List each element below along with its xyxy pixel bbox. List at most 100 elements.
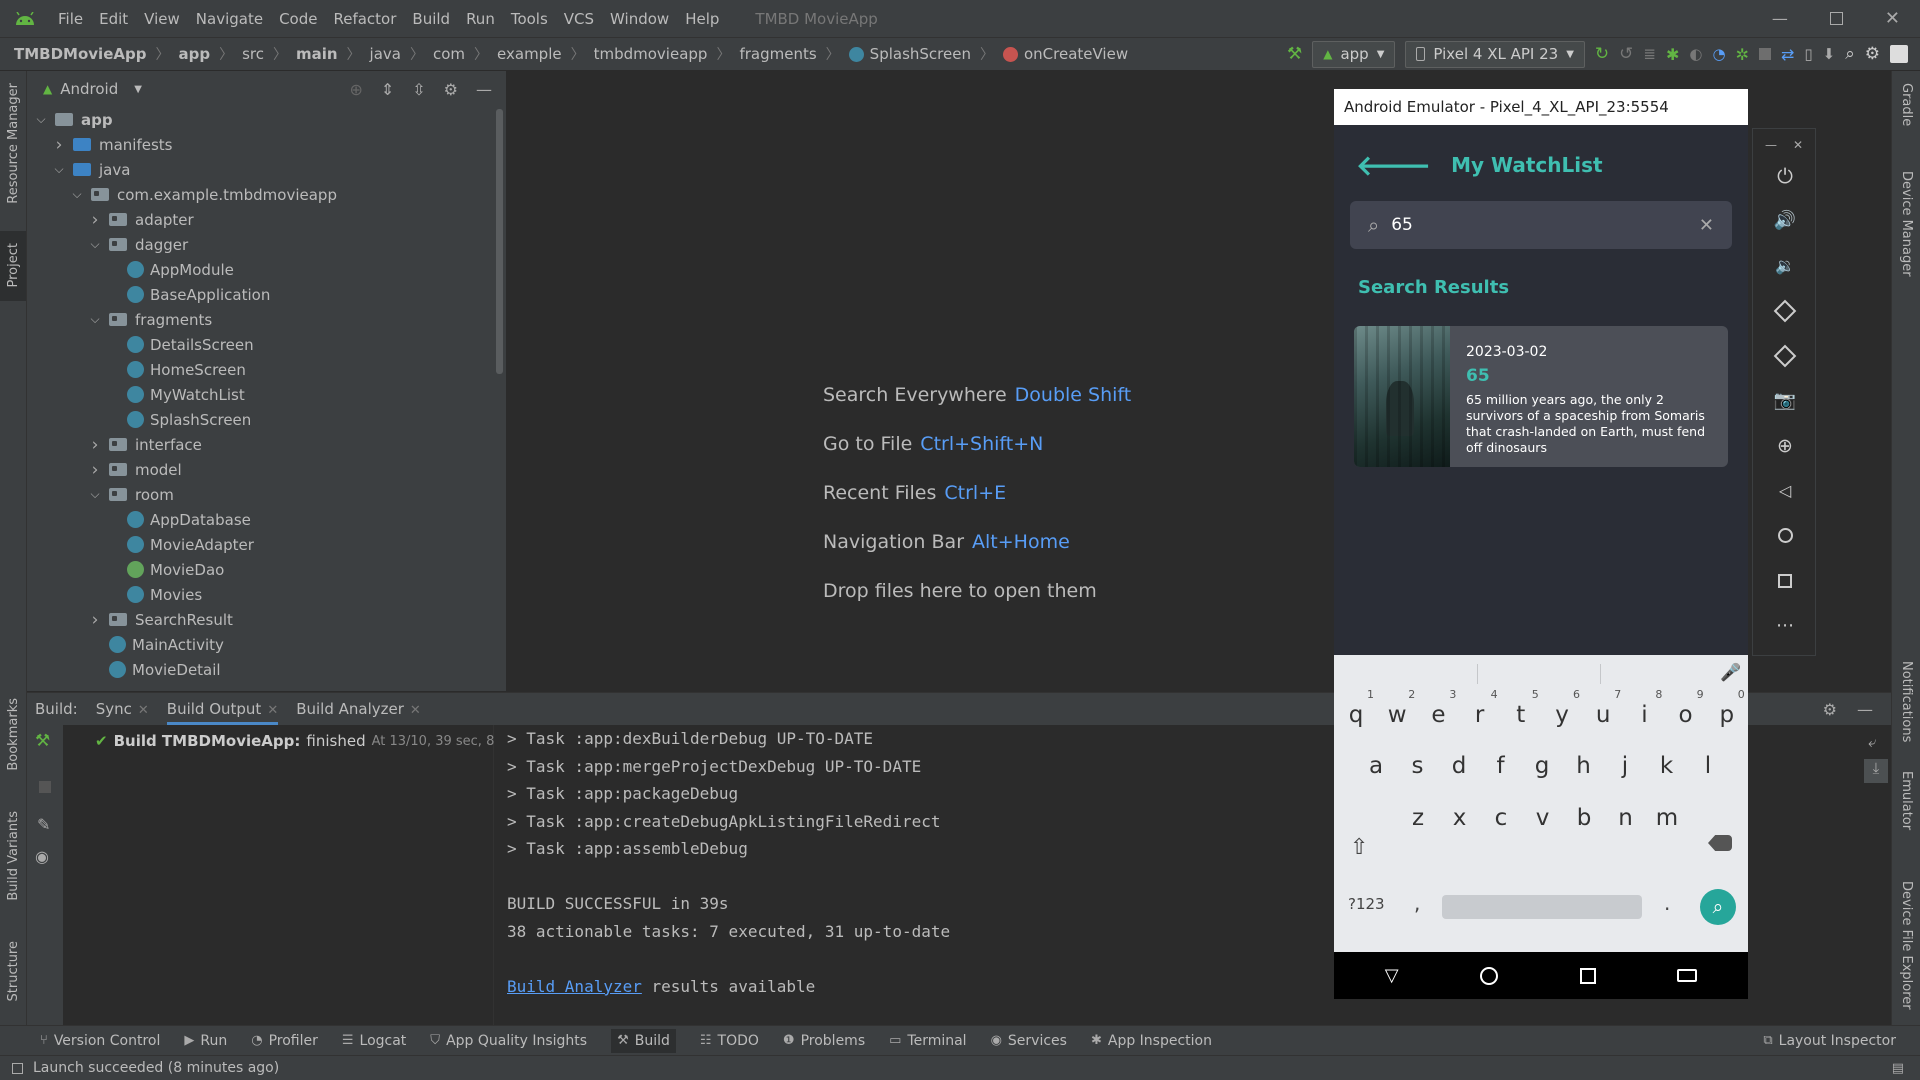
period-key[interactable]: . xyxy=(1664,891,1670,915)
tool-layout-inspector[interactable]: ⧉ Layout Inspector xyxy=(1763,1033,1896,1049)
key-b[interactable]: b xyxy=(1566,805,1602,831)
zoom-button[interactable]: ⊕ xyxy=(1753,423,1817,468)
minimize-icon[interactable]: — xyxy=(1772,9,1788,28)
project-tab[interactable]: Project xyxy=(6,243,21,287)
key-v[interactable]: v xyxy=(1525,805,1561,831)
build-analyzer-link[interactable]: Build Analyzer xyxy=(507,977,642,996)
tree-item[interactable]: ⌵ java xyxy=(27,157,506,182)
menu-code[interactable]: Code xyxy=(279,10,317,28)
tool-run[interactable]: ▶ Run xyxy=(184,1033,227,1049)
menu-help[interactable]: Help xyxy=(685,10,719,28)
stop-icon[interactable] xyxy=(39,781,51,793)
key-a[interactable]: a xyxy=(1358,753,1394,779)
key-w[interactable]: 2w xyxy=(1379,688,1415,728)
key-r[interactable]: 4r xyxy=(1462,688,1498,728)
home-button[interactable] xyxy=(1753,513,1817,558)
key-j[interactable]: j xyxy=(1607,753,1643,779)
sdk-manager-icon[interactable]: ⬇ xyxy=(1823,45,1836,63)
menu-view[interactable]: View xyxy=(144,10,180,28)
breadcrumb-example[interactable]: example xyxy=(497,45,562,63)
tree-item[interactable]: › manifests xyxy=(27,132,506,157)
run-config-dropdown[interactable]: ▲ app ▼ xyxy=(1312,40,1396,68)
breadcrumb-project[interactable]: TMBDMovieApp xyxy=(14,45,146,63)
scroll-to-end-icon[interactable]: ⤓ xyxy=(1864,759,1888,783)
project-view-selector[interactable]: Android xyxy=(60,80,118,98)
emulator-tab[interactable]: Emulator xyxy=(1899,771,1914,830)
event-log-icon[interactable]: ▤ xyxy=(1892,1061,1904,1076)
tree-item[interactable]: MyWatchList xyxy=(27,382,506,407)
gradle-tab[interactable]: Gradle xyxy=(1899,83,1914,126)
key-d[interactable]: d xyxy=(1441,753,1477,779)
close-icon[interactable]: ✕ xyxy=(1793,138,1803,152)
shift-key[interactable]: ⇧ xyxy=(1350,835,1368,860)
hide-icon[interactable]: — xyxy=(1857,700,1873,719)
eye-icon[interactable]: ◉ xyxy=(35,847,49,866)
tree-item[interactable]: ⌵ room xyxy=(27,482,506,507)
tree-item[interactable]: DetailsScreen xyxy=(27,332,506,357)
tree-item[interactable]: MovieDao xyxy=(27,557,506,582)
breadcrumb-tmbdmovieapp[interactable]: tmbdmovieapp xyxy=(594,45,708,63)
tool-problems[interactable]: ❶ Problems xyxy=(783,1033,865,1049)
tree-item[interactable]: MovieAdapter xyxy=(27,532,506,557)
screenshot-button[interactable]: 📷 xyxy=(1753,378,1817,423)
back-icon[interactable]: ▽ xyxy=(1385,965,1399,986)
tree-item[interactable]: MovieDetail xyxy=(27,657,506,682)
device-manager-tab[interactable]: Device Manager xyxy=(1899,171,1914,277)
breadcrumb-src[interactable]: src xyxy=(242,45,264,63)
back-arrow-icon[interactable]: 🡐 xyxy=(1356,148,1431,182)
chevron-right-icon[interactable]: › xyxy=(51,135,67,155)
chevron-down-icon[interactable]: ▼ xyxy=(134,84,142,95)
attach-debugger-icon[interactable]: ✲ xyxy=(1736,45,1749,64)
breadcrumb-splashscreen[interactable]: SplashScreen xyxy=(870,45,971,63)
tool-terminal[interactable]: ▭ Terminal xyxy=(889,1033,966,1049)
locate-icon[interactable]: ⊕ xyxy=(349,80,362,99)
tree-item[interactable]: ⌵ app xyxy=(27,107,506,132)
gear-icon[interactable]: ⚙ xyxy=(444,80,458,99)
device-manager-icon[interactable]: ▯ xyxy=(1804,45,1812,63)
bookmarks-tab[interactable]: Bookmarks xyxy=(6,698,21,771)
chevron-down-icon[interactable]: ⌵ xyxy=(87,312,103,327)
key-u[interactable]: 7u xyxy=(1585,688,1621,728)
backspace-key[interactable] xyxy=(1708,835,1732,851)
key-p[interactable]: 0p xyxy=(1709,688,1744,728)
breadcrumb-main[interactable]: main xyxy=(296,45,338,63)
key-m[interactable]: m xyxy=(1649,805,1685,831)
tree-item[interactable]: Movies xyxy=(27,582,506,607)
menu-navigate[interactable]: Navigate xyxy=(196,10,263,28)
home-icon[interactable] xyxy=(1480,966,1499,985)
overview-icon[interactable] xyxy=(1579,967,1596,984)
tool-app-quality-insights[interactable]: ⛉ App Quality Insights xyxy=(430,1033,587,1049)
more-button[interactable]: ⋯ xyxy=(1753,603,1817,648)
keyboard-switch-icon[interactable] xyxy=(1677,969,1698,982)
settings-icon[interactable]: ⚙ xyxy=(1865,44,1880,64)
menu-run[interactable]: Run xyxy=(466,10,495,28)
tab-build-output[interactable]: Build Output ✕ xyxy=(166,693,279,725)
breadcrumb-com[interactable]: com xyxy=(433,45,465,63)
search-key[interactable]: ⌕ xyxy=(1700,889,1736,925)
chevron-down-icon[interactable]: ⌵ xyxy=(33,112,49,127)
device-dropdown[interactable]: Pixel 4 XL API 23 ▼ xyxy=(1405,40,1585,68)
device-file-explorer-tab[interactable]: Device File Explorer xyxy=(1899,881,1914,1010)
chevron-right-icon[interactable]: › xyxy=(87,435,103,455)
notifications-tab[interactable]: Notifications xyxy=(1899,661,1914,742)
gradle-sync-icon[interactable]: ⇄ xyxy=(1781,45,1794,64)
tree-item[interactable]: › interface xyxy=(27,432,506,457)
tree-item[interactable]: MainActivity xyxy=(27,632,506,657)
tree-item[interactable]: ⌵ com.example.tmbdmovieapp xyxy=(27,182,506,207)
tool-build[interactable]: ⚒ Build xyxy=(611,1028,676,1053)
tool-todo[interactable]: ☷ TODO xyxy=(700,1033,759,1049)
apply-code-changes-icon[interactable]: ↺ xyxy=(1619,44,1633,64)
tool-logcat[interactable]: ☰ Logcat xyxy=(342,1033,406,1049)
tree-item[interactable]: HomeScreen xyxy=(27,357,506,382)
profile-icon[interactable]: ◔ xyxy=(1712,45,1725,63)
debug-icon[interactable]: ✱ xyxy=(1666,45,1679,64)
rotate-left-button[interactable] xyxy=(1753,288,1817,333)
collapse-all-icon[interactable]: ⇳ xyxy=(412,80,425,99)
build-hammer-icon[interactable]: ⚒ xyxy=(1287,44,1302,64)
breadcrumb-fragments[interactable]: fragments xyxy=(739,45,816,63)
breadcrumb-oncreateview[interactable]: onCreateView xyxy=(1024,45,1128,63)
volume-up-button[interactable]: 🔊 xyxy=(1753,198,1817,243)
menu-build[interactable]: Build xyxy=(412,10,450,28)
symbols-key[interactable]: ?123 xyxy=(1348,895,1385,913)
restore-icon[interactable] xyxy=(1829,12,1843,25)
